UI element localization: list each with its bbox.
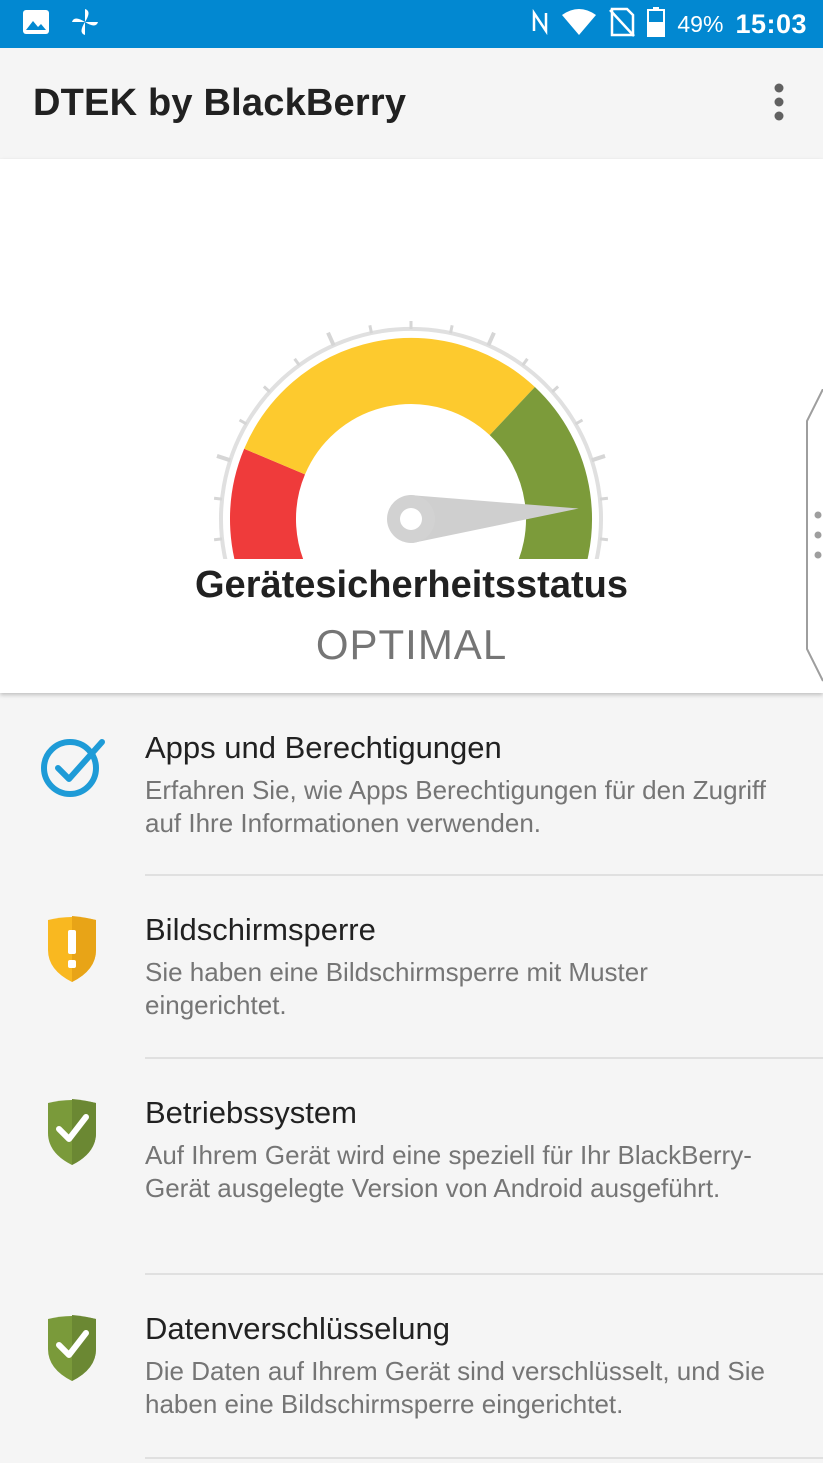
image-icon <box>22 9 50 40</box>
list-item-apps-permissions[interactable]: Apps und Berechtigungen Erfahren Sie, wi… <box>0 694 823 876</box>
gauge-tick <box>216 454 231 463</box>
item-description: Die Daten auf Ihrem Gerät sind verschlüs… <box>145 1356 765 1419</box>
item-description: Sie haben eine Bildschirmsperre mit Must… <box>145 957 648 1020</box>
gauge-tick <box>599 537 609 542</box>
gauge-tick <box>551 385 560 393</box>
nfc-icon <box>531 8 549 40</box>
item-title: Bildschirmsperre <box>145 912 376 947</box>
wifi-icon <box>561 8 597 41</box>
gauge-tick <box>326 331 336 347</box>
gauge-tick <box>599 496 609 501</box>
divider <box>145 1457 823 1459</box>
item-description: Erfahren Sie, wie Apps Berechtigungen fü… <box>145 775 767 838</box>
check-shield-icon <box>44 1313 100 1388</box>
gauge-hub-dot <box>400 508 422 530</box>
app-title: DTEK by BlackBerry <box>33 82 407 124</box>
gauge-tick <box>238 418 248 426</box>
pinwheel-icon <box>70 7 100 42</box>
gauge-tick <box>591 454 606 463</box>
gauge-tick <box>213 537 223 542</box>
check-shield-icon <box>44 1097 100 1172</box>
gauge-tick <box>368 325 373 334</box>
gauge-tick <box>574 418 584 426</box>
battery-icon <box>647 6 666 42</box>
gauge-tick <box>293 357 301 367</box>
security-status-card[interactable]: Gerätesicherheitsstatus OPTIMAL <box>0 159 823 693</box>
gauge-segment-mid <box>244 338 535 476</box>
gauge-tick <box>262 385 271 393</box>
gauge-tick <box>213 496 223 501</box>
status-label: Gerätesicherheitsstatus <box>195 564 628 606</box>
status-value: OPTIMAL <box>315 621 508 668</box>
list-item-screen-lock[interactable]: Bildschirmsperre Sie haben eine Bildschi… <box>0 876 823 1059</box>
security-checks-list: Apps und Berechtigungen Erfahren Sie, wi… <box>0 694 823 1460</box>
item-title: Datenverschlüsselung <box>145 1311 451 1346</box>
item-title: Apps und Berechtigungen <box>145 730 502 765</box>
battery-percent: 49% <box>677 10 724 37</box>
gauge-tick <box>449 325 454 334</box>
item-title: Betriebssystem <box>145 1095 357 1130</box>
edge-panel-handle[interactable] <box>803 388 823 694</box>
gauge-tick <box>521 357 529 367</box>
security-gauge <box>213 321 609 559</box>
list-item-data-encryption[interactable]: Datenverschlüsselung Die Daten auf Ihrem… <box>0 1275 823 1460</box>
more-vert-icon <box>773 82 785 127</box>
app-bar: DTEK by BlackBerry <box>0 48 823 159</box>
list-item-operating-system[interactable]: Betriebssystem Auf Ihrem Gerät wird eine… <box>0 1059 823 1275</box>
gauge-tick <box>486 331 496 347</box>
no-sim-icon <box>609 7 636 42</box>
gauge-segment-low <box>230 448 306 559</box>
check-circle-icon <box>38 734 108 803</box>
status-bar: 49% 15:03 <box>0 0 823 48</box>
clock: 15:03 <box>735 8 807 39</box>
gauge-segment-high <box>489 387 592 559</box>
item-description: Auf Ihrem Gerät wird eine speziell für I… <box>145 1140 752 1203</box>
overflow-menu-button[interactable] <box>759 80 799 128</box>
warning-shield-icon <box>44 914 100 989</box>
